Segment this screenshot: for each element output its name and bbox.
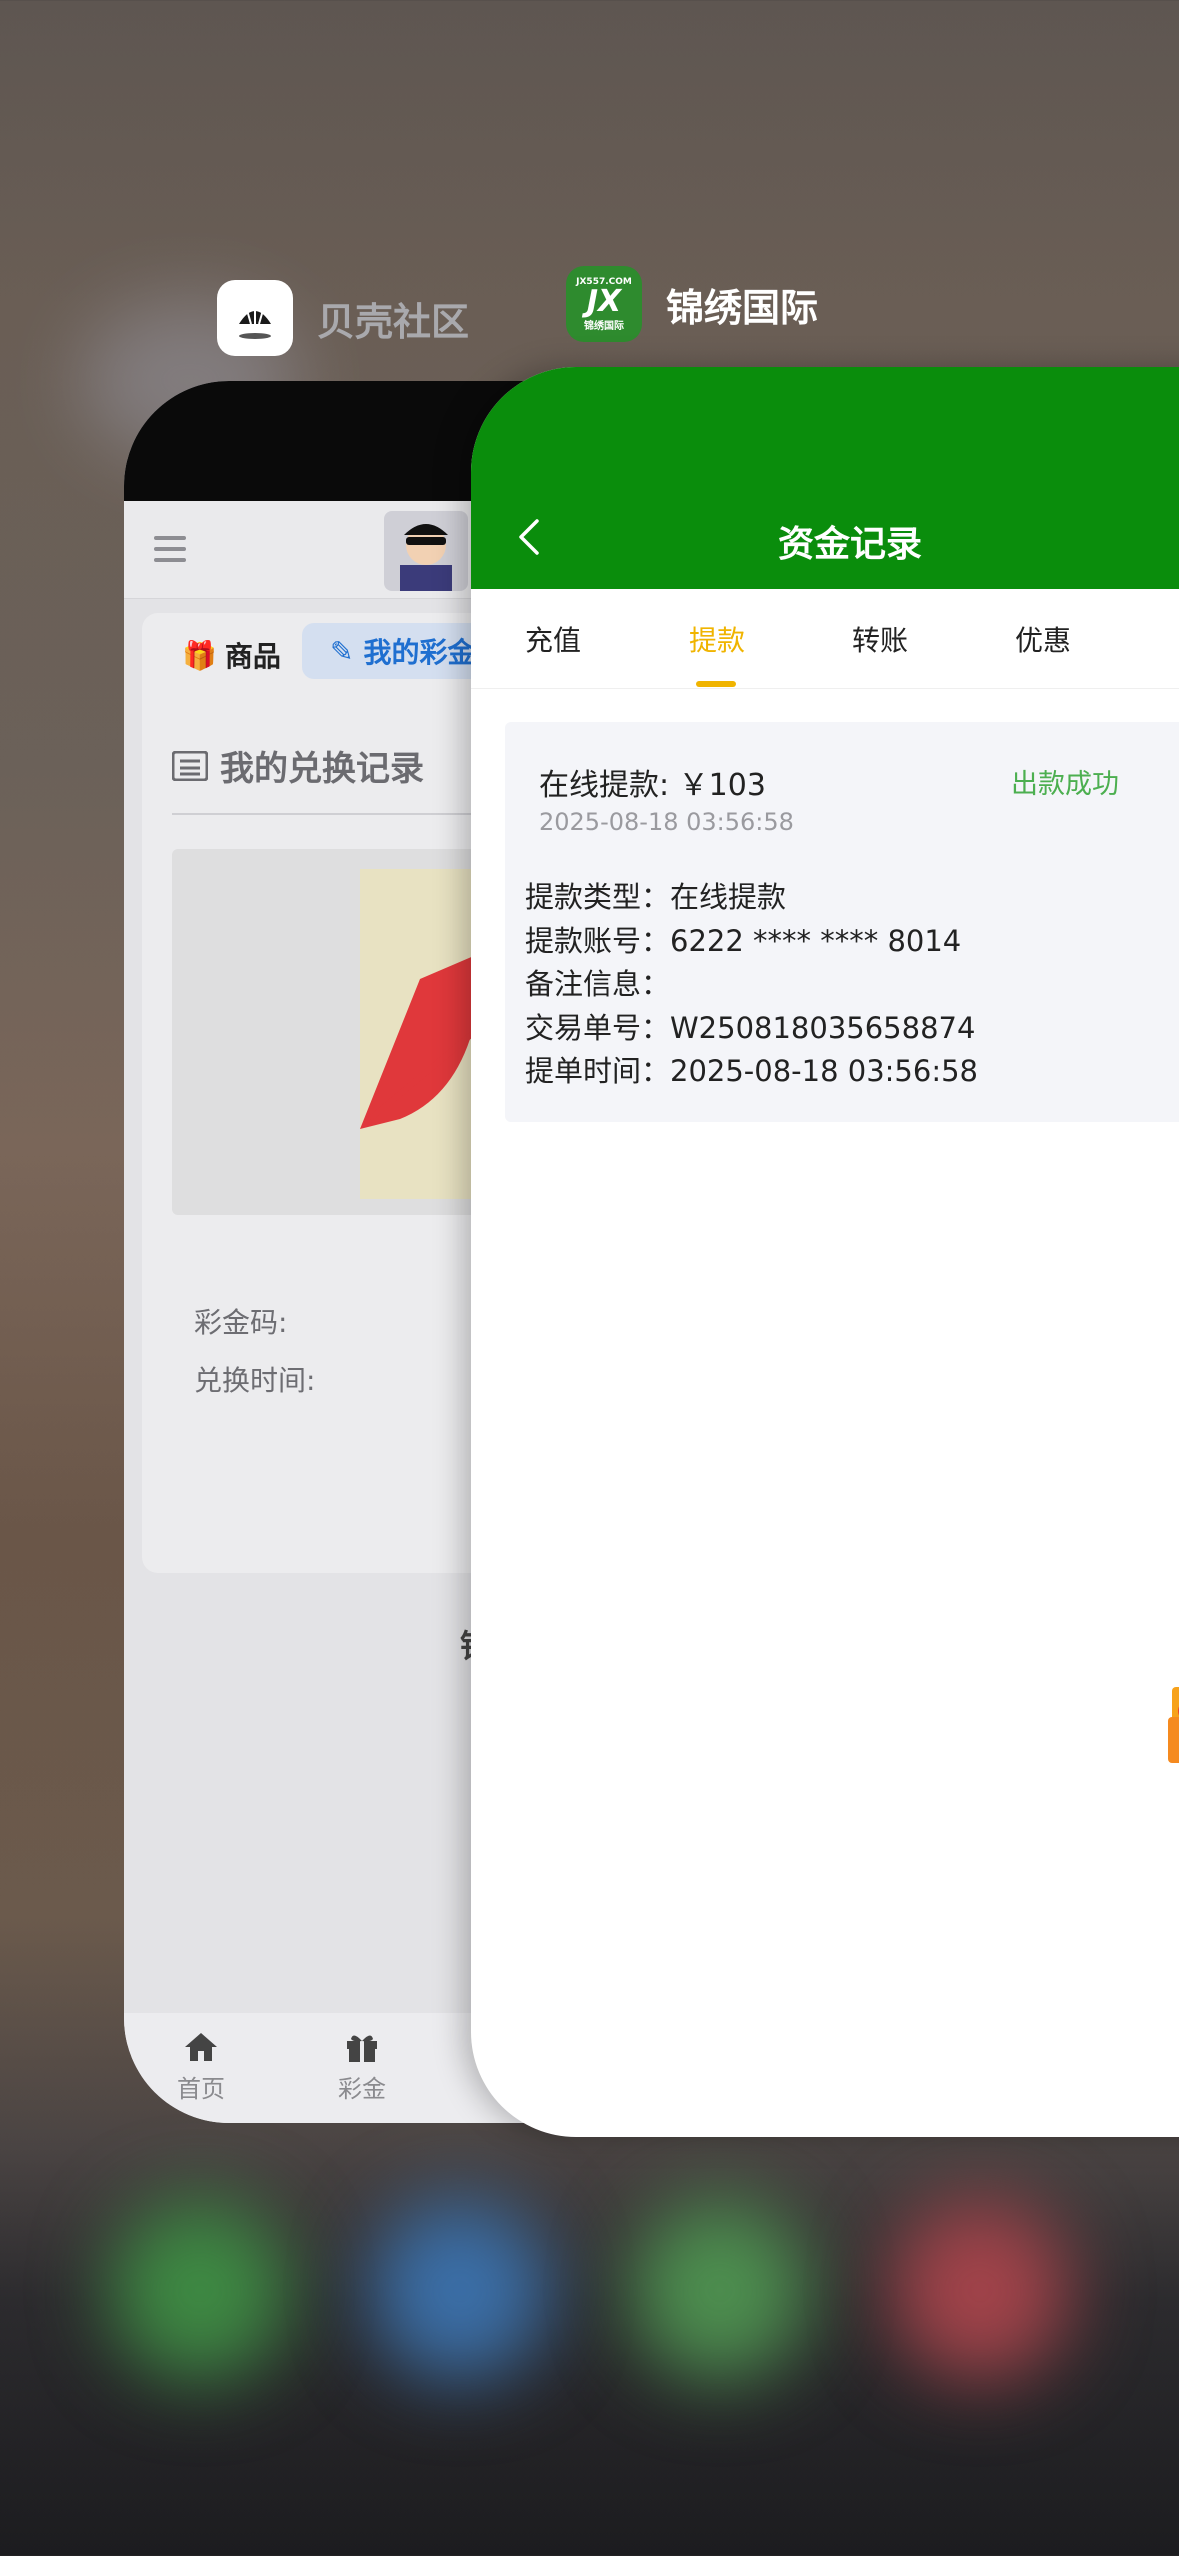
promo-gift-icon[interactable] xyxy=(1136,1657,1179,1767)
logo-mid-text: JX xyxy=(586,283,622,319)
detail-order-id: 交易单号：W250818035658874 xyxy=(525,1011,976,1045)
blurred-dock-app-blue xyxy=(370,2200,550,2380)
app-name: 锦绣国际 xyxy=(666,285,819,330)
tab-recharge[interactable]: 充值 xyxy=(525,619,581,659)
blurred-dock-app-green2 xyxy=(630,2200,810,2380)
tabbar-label: 首页 xyxy=(177,2075,225,2103)
active-tab-indicator xyxy=(696,681,736,687)
blurred-dock-app-green xyxy=(110,2200,290,2380)
detail-submit-time: 提单时间：2025-08-18 03:56:58 xyxy=(525,1054,978,1088)
shell-icon xyxy=(217,280,293,356)
app-switcher-label-left[interactable]: 贝壳社区 xyxy=(217,280,469,356)
tab-withdraw[interactable]: 提款 xyxy=(689,619,745,659)
app-card-jinxiu[interactable]: 资金记录 充值 提款 转账 优惠 在线提款: ￥103 出款成功 2025-08… xyxy=(471,367,1179,2137)
blurred-dock-app-red xyxy=(890,2200,1070,2380)
record-tabs: 充值 提款 转账 优惠 xyxy=(471,589,1179,689)
gift-icon: 🎁 xyxy=(182,638,217,672)
avatar xyxy=(384,511,468,591)
back-arrow-icon[interactable] xyxy=(513,519,547,555)
status-badge: 出款成功 xyxy=(1011,769,1119,800)
menu-icon[interactable] xyxy=(154,536,186,562)
tabbar-label: 彩金 xyxy=(338,2075,386,2103)
withdraw-record[interactable]: 在线提款: ￥103 出款成功 2025-08-18 03:56:58 提款类型… xyxy=(505,722,1179,1122)
home-icon xyxy=(185,2033,217,2061)
section-title: 我的兑换记录 xyxy=(172,741,424,790)
tab-goods-label: 商品 xyxy=(224,640,281,673)
jx-logo-icon: JX557.COM JX 锦绣国际 xyxy=(566,266,642,342)
gift-icon xyxy=(347,2035,377,2062)
section-title-text: 我的兑换记录 xyxy=(220,749,424,789)
page-title: 资金记录 xyxy=(777,524,922,565)
detail-note: 备注信息： xyxy=(525,967,671,1001)
record-date: 2025-08-18 03:56:58 xyxy=(539,808,794,836)
tabbar-item-bonus[interactable]: 彩金 xyxy=(302,2031,422,2104)
time-label: 兑换时间: xyxy=(194,1364,316,1397)
app-name: 贝壳社区 xyxy=(317,299,470,344)
tabbar-item-home[interactable]: 首页 xyxy=(141,2031,261,2104)
record-title: 在线提款: ￥103 xyxy=(539,768,766,803)
ticket-icon: ✎ xyxy=(330,634,354,668)
tab-goods[interactable]: 🎁 商品 xyxy=(182,635,281,675)
app-switcher-label-right[interactable]: JX557.COM JX 锦绣国际 锦绣国际 xyxy=(566,266,818,342)
tab-transfer[interactable]: 转账 xyxy=(852,619,908,659)
tab-promotion[interactable]: 优惠 xyxy=(1015,619,1071,659)
tab-my-label: 我的彩金 xyxy=(363,636,476,669)
detail-account: 提款账号：6222 **** **** 8014 xyxy=(525,924,962,958)
code-label: 彩金码: xyxy=(194,1306,288,1339)
detail-type: 提款类型：在线提款 xyxy=(525,880,787,914)
logo-bottom-text: 锦绣国际 xyxy=(584,320,624,332)
list-icon xyxy=(172,750,208,781)
header: 资金记录 xyxy=(471,367,1179,589)
